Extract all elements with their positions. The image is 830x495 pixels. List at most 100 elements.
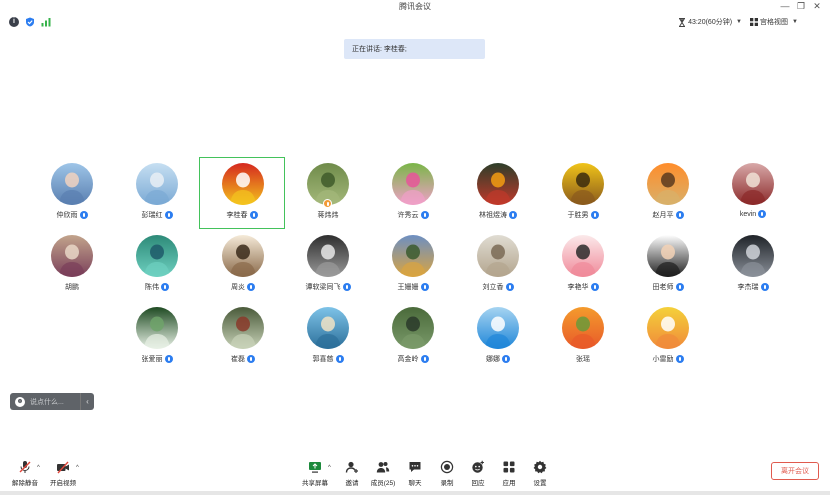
chevron-down-icon: ▼ [736, 19, 742, 25]
participant-tile[interactable]: 陈伟 [114, 230, 200, 302]
participant-tile[interactable]: 崔磊 [200, 302, 286, 374]
collapse-chat-button[interactable]: ‹ [80, 393, 94, 410]
chat-placeholder[interactable]: 说点什么... [30, 397, 80, 407]
mic-status-icon [758, 210, 767, 218]
video-options-chevron[interactable]: ^ [76, 465, 79, 471]
participant-tile[interactable]: 王姗姗 [370, 230, 456, 302]
record-icon [440, 460, 454, 474]
invite-button[interactable]: 邀请 [335, 460, 369, 487]
restore-button[interactable]: ❐ [794, 0, 808, 12]
participant-tile[interactable]: 胡鹏 [29, 230, 115, 302]
apps-label: 应用 [502, 480, 516, 487]
avatar [136, 307, 178, 349]
participant-tile[interactable]: 李艳华 [540, 230, 626, 302]
mic-status-icon [505, 283, 514, 291]
participant-name-line: 娜娜 [455, 354, 541, 364]
participant-tile[interactable]: 彭瑞红 [114, 158, 200, 230]
participant-name: 李桂春 [226, 212, 248, 219]
chat-input-box[interactable]: ☻ 说点什么... ‹ [10, 393, 94, 410]
close-button[interactable]: ✕ [810, 0, 824, 12]
participant-tile[interactable]: 谭软梁同飞 [285, 230, 371, 302]
mic-status-icon [509, 211, 517, 219]
participant-name-line: 胡鹏 [29, 282, 115, 292]
participant-tile[interactable]: 小雷励 [625, 302, 711, 374]
emoji-icon[interactable]: ☻ [15, 396, 25, 407]
start-video-button[interactable]: 开启视频 [46, 460, 80, 487]
share-options-chevron[interactable]: ^ [328, 465, 331, 471]
mic-status-icon [675, 211, 684, 219]
participant-tile[interactable]: 于胜男 [540, 158, 626, 230]
participant-name-line: 李艳华 [540, 282, 626, 292]
apps-button[interactable]: 应用 [492, 460, 526, 487]
mic-status-icon [420, 355, 429, 363]
view-switcher[interactable]: 宫格视图 ▼ [750, 17, 798, 27]
participant-tile[interactable]: 李桂春 [199, 157, 285, 229]
participant-name-line: 林祖煜涛 [455, 210, 541, 220]
mic-status-icon [420, 211, 429, 219]
participant-name: 谭软梁同飞 [305, 284, 341, 291]
chat-button[interactable]: 聊天 [398, 460, 432, 487]
participant-name-line: 王姗姗 [370, 282, 456, 292]
mic-status-icon [760, 283, 769, 291]
settings-button[interactable]: 设置 [523, 460, 557, 487]
participant-tile[interactable]: 张瑶 [540, 302, 626, 374]
participant-name-line: 蒋炜炜 [285, 210, 371, 220]
avatar [732, 235, 774, 277]
participant-tile[interactable]: 仲欣雨 [29, 158, 115, 230]
mic-status-icon [79, 211, 88, 219]
participant-tile[interactable]: kevin [710, 158, 796, 230]
participant-name: 王姗姗 [397, 284, 419, 291]
participant-name: 周炎 [231, 284, 245, 291]
info-icon[interactable]: i [9, 17, 19, 27]
participant-tile[interactable]: 周炎 [200, 230, 286, 302]
participant-tile[interactable]: 张爱丽 [114, 302, 200, 374]
mic-status-icon [249, 211, 258, 219]
participant-name: 许秀云 [397, 212, 419, 219]
avatar [562, 235, 604, 277]
start-video-label: 开启视频 [50, 480, 76, 487]
meeting-timer[interactable]: 43:20(60分钟) ▼ [678, 17, 742, 27]
mic-status-icon [590, 283, 599, 291]
participant-tile[interactable]: 林祖煜涛 [455, 158, 541, 230]
record-label: 录制 [440, 480, 454, 487]
participant-tile[interactable]: 娜娜 [455, 302, 541, 374]
signal-icon[interactable] [41, 17, 51, 27]
avatar [51, 163, 93, 205]
participant-tile[interactable]: 蒋炜炜 [285, 158, 371, 230]
shield-icon[interactable] [25, 17, 35, 27]
participant-tile[interactable]: 田老师 [625, 230, 711, 302]
participant-tile[interactable]: 郭喜慈 [285, 302, 371, 374]
participant-tile[interactable]: 高金岭 [370, 302, 456, 374]
members-button[interactable]: 成员(25) [366, 460, 400, 487]
mic-status-icon [247, 355, 255, 363]
avatar [392, 235, 434, 277]
participant-name-line: 崔磊 [200, 354, 286, 364]
leave-meeting-button[interactable]: 离开会议 [771, 462, 819, 480]
avatar [222, 163, 264, 205]
share-screen-button[interactable]: 共享屏幕 [298, 460, 332, 487]
speaking-indicator: 正在讲话: 李桂春; [344, 39, 485, 59]
participant-name-line: 仲欣雨 [29, 210, 115, 220]
audio-options-chevron[interactable]: ^ [37, 465, 40, 471]
participant-tile[interactable]: 刘立香 [455, 230, 541, 302]
participant-tile[interactable]: 许秀云 [370, 158, 456, 230]
minimize-button[interactable]: — [778, 0, 792, 12]
hourglass-icon [679, 17, 686, 27]
participant-name-line: 赵月平 [625, 210, 711, 220]
participant-tile[interactable]: 赵月平 [625, 158, 711, 230]
avatar [392, 163, 434, 205]
reaction-icon [472, 460, 484, 473]
participant-name-line: 李桂春 [200, 210, 284, 220]
timer-text: 43:20(60分钟) [688, 19, 733, 26]
avatar [392, 307, 434, 349]
video-off-icon [57, 461, 69, 474]
participant-tile[interactable]: 李杰瑞 [710, 230, 796, 302]
mic-muted-icon [19, 461, 31, 473]
record-button[interactable]: 录制 [430, 460, 464, 487]
participant-name: 小雷励 [652, 356, 674, 363]
apps-icon [503, 461, 515, 473]
participant-name: 胡鹏 [65, 284, 79, 291]
avatar [732, 163, 774, 205]
react-button[interactable]: 回应 [461, 460, 495, 487]
status-badge [323, 199, 332, 208]
